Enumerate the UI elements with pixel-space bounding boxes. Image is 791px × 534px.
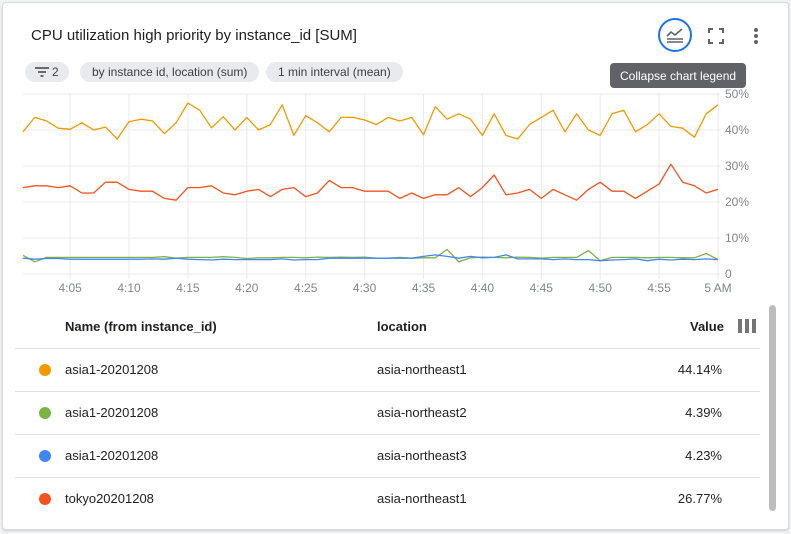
row-name: asia1-20201208 [65, 405, 159, 420]
table-row[interactable]: asia1-20201208 asia-northeast1 44.14% [15, 348, 760, 392]
chart-card: CPU utilization high priority by instanc… [2, 2, 789, 530]
row-name: asia1-20201208 [65, 448, 159, 463]
legend-collapse-button[interactable] [658, 18, 692, 52]
series-line [22, 163, 719, 201]
x-tick-label: 5 AM [704, 281, 731, 295]
x-tick-label: 4:20 [235, 281, 259, 295]
more-vert-icon [754, 28, 758, 44]
filter-count: 2 [52, 65, 59, 79]
x-tick-label: 4:55 [647, 281, 671, 295]
row-location: asia-northeast3 [377, 448, 467, 463]
y-tick-label: 20% [725, 195, 749, 209]
series-line [22, 102, 719, 140]
column-picker-icon[interactable] [738, 319, 756, 333]
header-value[interactable]: Value [690, 319, 724, 334]
x-tick-label: 4:25 [294, 281, 318, 295]
row-location: asia-northeast1 [377, 362, 467, 377]
y-tick-label: 30% [725, 159, 749, 173]
header-name[interactable]: Name (from instance_id) [65, 319, 217, 334]
row-location: asia-northeast2 [377, 405, 467, 420]
y-tick-label: 0 [725, 267, 732, 281]
row-value: 4.39% [685, 405, 722, 420]
row-value: 44.14% [677, 362, 722, 377]
row-location: asia-northeast1 [377, 491, 467, 506]
x-tick-label: 4:50 [589, 281, 613, 295]
table-row[interactable]: asia1-20201208 asia-northeast2 4.39% [15, 391, 760, 435]
fullscreen-icon [708, 28, 724, 44]
interval-chip[interactable]: 1 min interval (mean) [266, 62, 403, 82]
series-color-dot [39, 450, 51, 462]
y-tick-label: 40% [725, 123, 749, 137]
header-location[interactable]: location [377, 319, 427, 334]
series-color-dot [39, 493, 51, 505]
filter-icon [35, 67, 49, 77]
group-by-chip[interactable]: by instance id, location (sum) [80, 62, 260, 82]
x-tick-label: 4:30 [353, 281, 377, 295]
more-options-button[interactable] [738, 18, 774, 54]
line-chart: 0 10% 20% 30% 40% 50% 4:05 4:10 4:15 4:20 4:25 4:30… [22, 87, 749, 295]
x-tick-label: 4:10 [117, 281, 141, 295]
legend-collapse-icon [666, 28, 683, 43]
y-tick-label: 50% [725, 87, 749, 101]
row-value: 4.23% [685, 448, 722, 463]
chart-title: CPU utilization high priority by instanc… [31, 27, 357, 44]
x-tick-label: 4:40 [471, 281, 495, 295]
series-color-dot [39, 364, 51, 376]
row-value: 26.77% [677, 491, 722, 506]
series-color-dot [39, 407, 51, 419]
x-tick-label: 4:15 [176, 281, 200, 295]
row-name: asia1-20201208 [65, 362, 159, 377]
table-row[interactable]: tokyo20201208 asia-northeast1 26.77% [15, 477, 760, 521]
filter-chip[interactable]: 2 [25, 62, 69, 82]
table-row[interactable]: asia1-20201208 asia-northeast3 4.23% [15, 434, 760, 478]
x-tick-label: 4:05 [58, 281, 82, 295]
table-scrollbar[interactable] [769, 305, 776, 511]
fullscreen-button[interactable] [698, 18, 734, 54]
x-tick-label: 4:35 [412, 281, 436, 295]
x-tick-label: 4:45 [530, 281, 554, 295]
row-name: tokyo20201208 [65, 491, 154, 506]
y-tick-label: 10% [725, 231, 749, 245]
